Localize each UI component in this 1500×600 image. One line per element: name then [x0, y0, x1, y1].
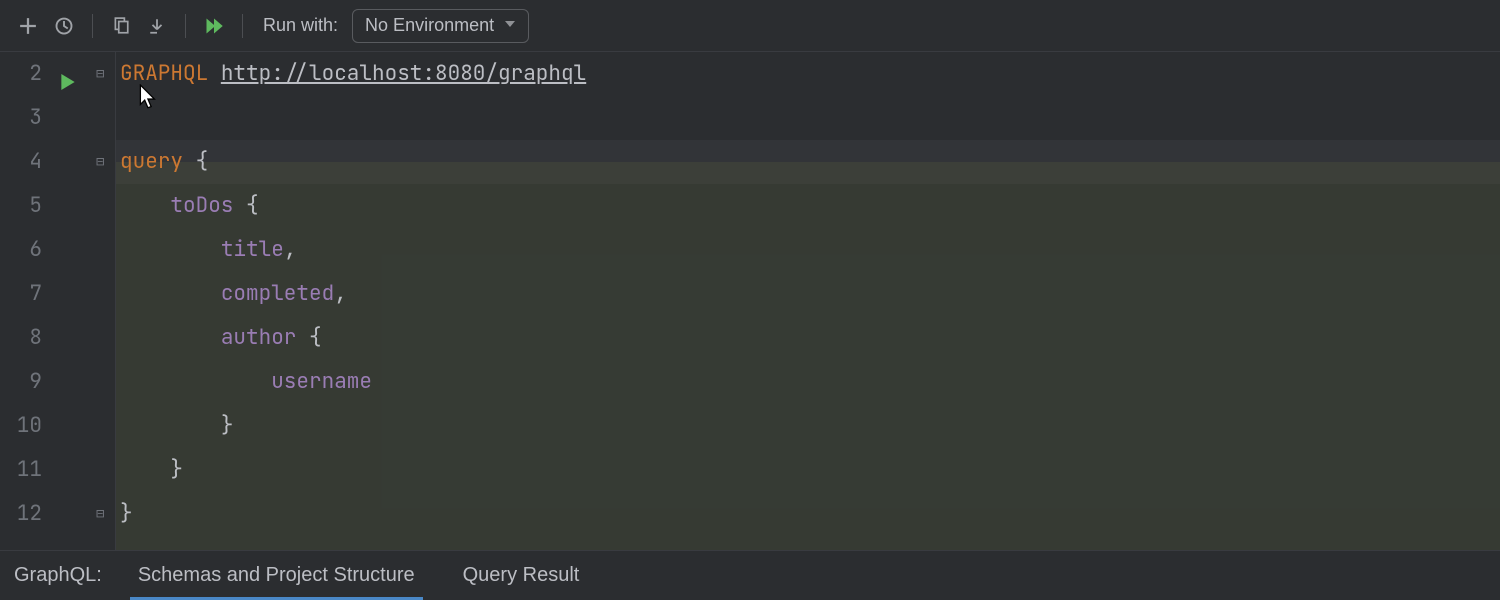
fold-toggle-icon[interactable]: ⊟	[96, 67, 104, 81]
panel-title: GraphQL:	[14, 564, 102, 587]
run-with-label: Run with:	[263, 15, 338, 36]
line-number: 4	[0, 140, 42, 184]
environment-selected-value: No Environment	[365, 15, 494, 36]
fold-toggle-icon[interactable]: ⊟	[96, 155, 104, 169]
history-icon[interactable]	[48, 10, 80, 42]
code-area[interactable]: GRAPHQL http://localhost:8080/graphql qu…	[116, 52, 1500, 550]
request-method: GRAPHQL	[120, 60, 208, 87]
toolbar: Run with: No Environment	[0, 0, 1500, 52]
line-number-gutter: 23456789101112	[0, 52, 54, 550]
line-number: 9	[0, 360, 42, 404]
request-url[interactable]: http://localhost:8080/graphql	[221, 60, 586, 87]
code-line[interactable]: author {	[120, 316, 1500, 360]
line-number: 5	[0, 184, 42, 228]
bottom-tab[interactable]: Query Result	[463, 551, 580, 600]
add-icon[interactable]	[12, 10, 44, 42]
bottom-panel: GraphQL: Schemas and Project Structure Qu…	[0, 550, 1500, 600]
line-number: 3	[0, 96, 42, 140]
fold-end-icon[interactable]: ⊟	[96, 507, 104, 521]
separator	[92, 14, 93, 38]
code-line[interactable]: }	[120, 404, 1500, 448]
line-number: 7	[0, 272, 42, 316]
code-line[interactable]: }	[120, 492, 1500, 536]
code-line[interactable]: query {	[120, 140, 1500, 184]
code-line[interactable]: completed,	[120, 272, 1500, 316]
line-number: 8	[0, 316, 42, 360]
line-number: 12	[0, 492, 42, 536]
code-line[interactable]: }	[120, 448, 1500, 492]
copy-icon[interactable]	[105, 10, 137, 42]
run-gutter	[54, 52, 90, 550]
line-number: 2	[0, 52, 42, 96]
environment-select[interactable]: No Environment	[352, 9, 529, 43]
code-line[interactable]	[120, 96, 1500, 140]
line-number: 6	[0, 228, 42, 272]
line-number: 11	[0, 448, 42, 492]
import-icon[interactable]	[141, 10, 173, 42]
line-number: 10	[0, 404, 42, 448]
code-line[interactable]: toDos {	[120, 184, 1500, 228]
run-all-icon[interactable]	[198, 10, 230, 42]
code-line[interactable]: title,	[120, 228, 1500, 272]
code-line[interactable]: GRAPHQL http://localhost:8080/graphql	[120, 52, 1500, 96]
separator	[242, 14, 243, 38]
chevron-down-icon	[504, 17, 516, 35]
bottom-tab[interactable]: Schemas and Project Structure	[138, 551, 415, 600]
code-editor[interactable]: 23456789101112 ⊟ ⊟ ⊟ GRAPHQL http://loca…	[0, 52, 1500, 550]
code-line[interactable]: username	[120, 360, 1500, 404]
separator	[185, 14, 186, 38]
run-line-icon[interactable]	[60, 64, 76, 108]
fold-gutter: ⊟ ⊟ ⊟	[90, 52, 116, 550]
